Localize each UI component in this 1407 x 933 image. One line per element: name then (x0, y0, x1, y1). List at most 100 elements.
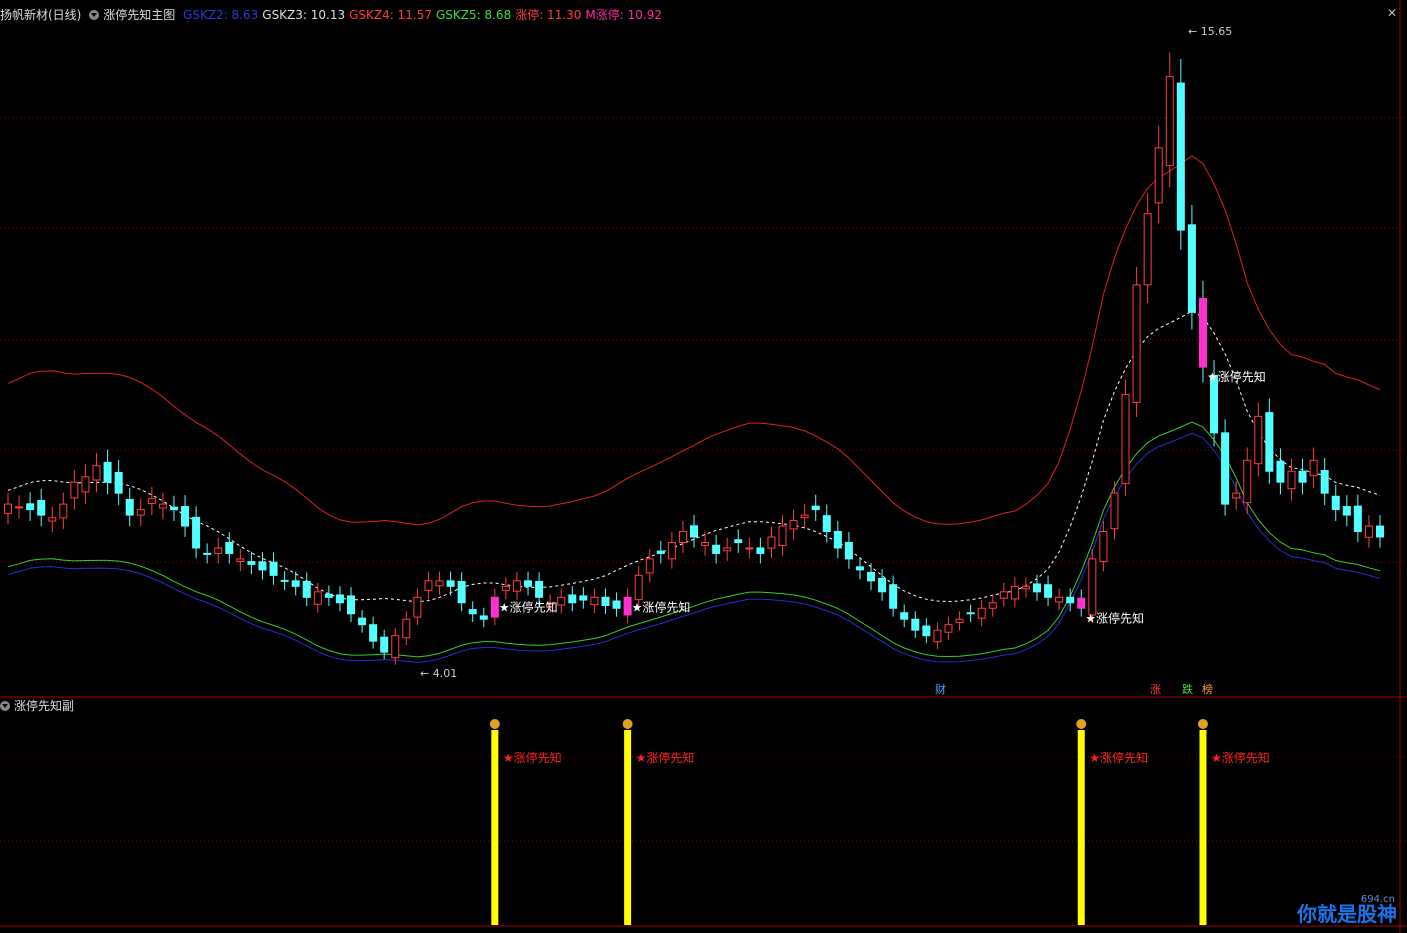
candle-body (1077, 597, 1086, 609)
candle-body (479, 615, 488, 620)
candle-body (1121, 393, 1130, 485)
candle-body (1342, 506, 1351, 516)
candle-body (402, 618, 411, 639)
candle-body (623, 596, 632, 616)
candle-body (1254, 415, 1263, 465)
candle-body (855, 566, 864, 571)
signal-label-main: ★涨停先知 (1085, 610, 1144, 625)
candle-body (181, 506, 190, 527)
candle-body (612, 600, 621, 609)
candle-body (380, 636, 389, 653)
candle-body (999, 591, 1008, 599)
candle-body (1055, 596, 1064, 603)
indicator-value-4: 涨停: 11.30 (515, 8, 582, 22)
candle-body (900, 612, 909, 620)
money-bag-icon (1076, 719, 1087, 729)
upper-band-line (7, 155, 1381, 526)
candle-body (280, 579, 289, 582)
candle-body (944, 624, 953, 633)
lower-band-blue-line (7, 432, 1381, 663)
candle-body (712, 544, 721, 554)
candle-body (424, 580, 433, 591)
candle-body (1331, 495, 1340, 511)
candle-body (535, 581, 544, 598)
candle-body (81, 476, 90, 493)
candle-body (203, 552, 212, 555)
marker-zhang: 涨 (1150, 683, 1161, 696)
candle-body (214, 547, 223, 554)
candle-body (811, 505, 820, 511)
candle-body (446, 580, 455, 587)
candle-body (1320, 470, 1329, 494)
signal-label-main: ★涨停先知 (632, 599, 691, 614)
candle-body (391, 635, 400, 659)
candle-body (524, 580, 533, 587)
candle-body (37, 500, 46, 516)
candle-body (601, 596, 610, 607)
candle-body (678, 531, 687, 543)
sub-indicator-name[interactable]: 涨停先知副 (14, 699, 74, 713)
candle-body (844, 542, 853, 560)
candle-body (136, 509, 145, 516)
candle-body (1154, 147, 1163, 204)
stock-title: 扬帆新材(日线) (0, 8, 82, 22)
candle-body (911, 618, 920, 631)
candle-body (1287, 470, 1296, 490)
indicator-value-5: M涨停: 10.92 (585, 8, 662, 22)
candle-body (590, 596, 599, 606)
candle-body (1176, 82, 1185, 231)
candle-body (988, 602, 997, 609)
candle-body (1132, 284, 1141, 403)
candle-body (1187, 224, 1196, 313)
candle-body (1044, 584, 1053, 598)
candle-body (4, 503, 12, 514)
signal-label-sub: ★涨停先知 (1089, 750, 1148, 765)
indicator-value-1: GSKZ3: 10.13 (262, 8, 346, 22)
candle-body (313, 591, 322, 605)
candle-body (822, 515, 831, 533)
candle-body (1198, 297, 1207, 368)
candle-body (258, 561, 267, 571)
sub-indicator-menu-icon[interactable] (0, 701, 10, 711)
candle-body (1353, 505, 1362, 533)
sub-header: 涨停先知副 (0, 697, 74, 714)
candle-body (1364, 525, 1373, 538)
candle-body (656, 550, 665, 554)
candle-body (59, 503, 68, 519)
candle-body (1099, 531, 1108, 563)
candle-body (579, 595, 588, 601)
candle-body (468, 609, 477, 615)
candle-body (878, 577, 887, 593)
candle-body (933, 629, 942, 643)
money-bag-icon (1197, 719, 1208, 729)
indicator-menu-icon[interactable] (89, 10, 100, 20)
candle-body (92, 465, 101, 481)
signal-label-main: ★涨停先知 (499, 599, 558, 614)
candle-body (269, 561, 278, 576)
candle-body (867, 571, 876, 582)
low-price-label: ← 4.01 (420, 667, 457, 680)
candle-body (247, 561, 256, 565)
indicator-name[interactable]: 涨停先知主图 (103, 8, 175, 22)
candle-body (1066, 596, 1075, 604)
candle-body (1033, 583, 1041, 593)
candle-body (457, 581, 466, 604)
candle-body (1088, 558, 1097, 616)
candle-body (347, 595, 355, 615)
candle-body (767, 536, 776, 549)
candle-body (1265, 412, 1274, 472)
candle-body (1021, 585, 1030, 590)
candle-body (645, 558, 654, 574)
candle-body (1221, 432, 1230, 505)
close-icon[interactable]: ✕ (1385, 6, 1399, 20)
candles (4, 52, 1384, 665)
band-lines (7, 155, 1381, 663)
chart-canvas: ← 15.65← 4.01★涨停先知 ★涨停先知★涨停先知★涨停先知财涨跌榜★涨停… (0, 0, 1407, 933)
money-bag-icon (622, 719, 633, 729)
indicator-values: GSKZ2: 8.63 GSKZ3: 10.13 GSKZ4: 11.57 GSKZ5… (183, 8, 666, 22)
signal-label-sub: ★涨停先知 (503, 750, 562, 765)
signal-bar (491, 730, 499, 925)
candle-body (1232, 492, 1241, 499)
candle-body (26, 503, 35, 511)
candle-body (789, 520, 798, 530)
